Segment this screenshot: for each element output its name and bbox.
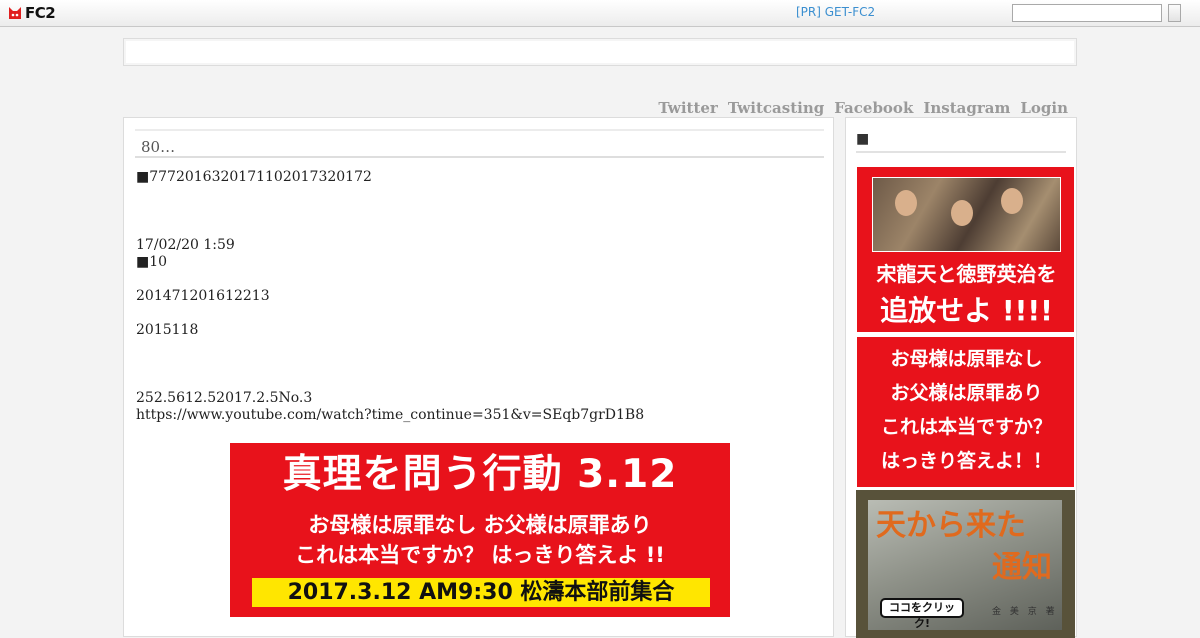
youtube-link[interactable]: https://www.youtube.com/watch?time_conti… [136,407,826,424]
main-content: 80… ■7772016320171102017320172 17/02/20 … [123,117,834,637]
sidebar-banner-expel[interactable]: 宋龍天と徳野英治を 追放せよ !!!! [856,166,1075,333]
nav-twitter[interactable]: Twitter [658,99,717,117]
post-line [136,373,826,390]
post-line [136,339,826,356]
post-line [136,305,826,322]
banner-text-expel: 追放せよ !!!! [880,294,1053,327]
book-title-2: 通知 [992,550,1052,585]
banner-line-2: お母様は原罪なし お父様は原罪あり [308,513,652,537]
banner-line-3: これは本当ですか？ はっきり答えよ !! [295,543,665,567]
person-face [1001,188,1023,214]
book-cover: 天から来た 通知 ココをクリック! 金 美 京 著 [868,500,1062,630]
banner-headline: 真理を問う行動 3.12 [282,452,678,497]
banner-line: お母様は原罪なし [890,348,1043,370]
nav-facebook[interactable]: Facebook [834,99,913,117]
pr-link[interactable]: [PR] GET-FC2 [796,5,875,19]
banner-date-bar: 2017.3.12 AM9:30 松濤本部前集合 [252,578,710,607]
person-face [951,200,973,226]
nav-login[interactable]: Login [1020,99,1068,117]
event-banner-image[interactable]: 真理を問う行動 3.12 お母様は原罪なし お父様は原罪あり これは本当ですか？… [230,443,730,617]
post-line: 2015118 [136,322,199,338]
banner-line: お父様は原罪あり [890,382,1043,404]
search-button[interactable] [1168,4,1181,22]
post-line [136,220,826,237]
nav-twitcasting[interactable]: Twitcasting [728,99,824,117]
book-author: 金 美 京 著 [992,607,1058,617]
search-input[interactable] [1012,4,1162,22]
top-nav: Twitter Twitcasting Facebook Instagram L… [658,99,1068,117]
banner-line: これは本当ですか？ [880,416,1052,438]
sidebar: ■ 宋龍天と徳野英治を 追放せよ !!!! お母様は原罪なし お父様は原罪あり … [845,117,1077,638]
sidebar-banner-book[interactable]: 天から来た 通知 ココをクリック! 金 美 京 著 [856,490,1075,638]
banner-text-names: 宋龍天と徳野英治を [876,262,1057,286]
post-title-bar: 80… [135,129,824,158]
post-line: 201471201612213 [136,288,270,304]
book-title-1: 天から来た [876,508,1026,543]
blog-header [123,38,1077,66]
post-title[interactable]: 80… [141,138,175,156]
banner-photo [872,177,1061,252]
post-line: ■10 [136,254,168,270]
sidebar-title: ■ [856,131,1066,153]
nav-instagram[interactable]: Instagram [923,99,1010,117]
post-line [136,203,826,220]
click-here-button[interactable]: ココをクリック! [880,598,964,630]
fc2-fox-icon [9,7,21,19]
post-line: 17/02/20 1:59 [136,237,235,253]
person-face [895,190,917,216]
logo-text: FC2 [25,4,56,22]
post-line [136,356,826,373]
post-line: 252.5612.52017.2.5No.3 [136,390,313,406]
post-line: ■7772016320171102017320172 [136,169,372,185]
post-line [136,271,826,288]
post-line [136,186,826,203]
sidebar-banner-question[interactable]: お母様は原罪なし お父様は原罪あり これは本当ですか？ はっきり答えよ！！ [856,336,1075,488]
fc2-logo[interactable]: FC2 [7,4,56,22]
banner-line: はっきり答えよ！！ [880,450,1052,472]
top-bar: FC2 [PR] GET-FC2 [0,0,1200,27]
post-body: ■7772016320171102017320172 17/02/20 1:59… [136,169,826,424]
